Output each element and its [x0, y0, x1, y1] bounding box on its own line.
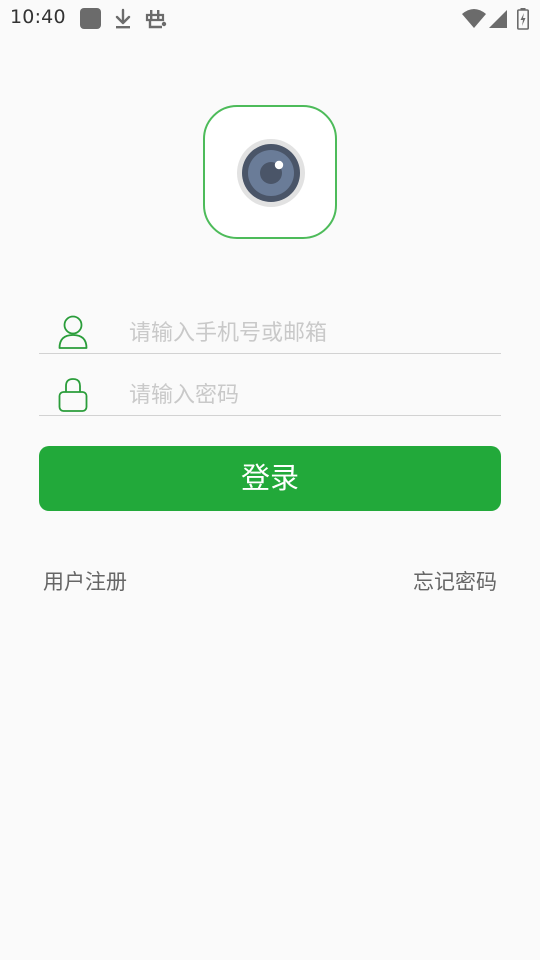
forgot-password-link[interactable]: 忘记密码 — [413, 566, 497, 596]
download-icon — [115, 8, 131, 29]
status-time: 10:40 — [10, 6, 66, 28]
bug-icon — [145, 10, 167, 29]
password-input[interactable] — [129, 380, 489, 410]
account-field — [39, 304, 501, 354]
battery-icon — [517, 8, 529, 30]
login-screen: 10:40 请输入手机号或邮箱 登录 用户注册 忘记密码 — [0, 0, 540, 960]
wifi-icon — [462, 9, 486, 28]
app-logo — [203, 105, 337, 239]
app-square-icon — [80, 8, 101, 29]
login-button[interactable]: 登录 — [39, 446, 501, 511]
password-field — [39, 366, 501, 416]
register-link[interactable]: 用户注册 — [43, 566, 127, 596]
lock-icon — [58, 378, 88, 412]
signal-icon — [489, 10, 507, 28]
user-icon — [58, 315, 88, 349]
account-input[interactable] — [129, 318, 489, 348]
camera-lens-icon — [237, 139, 305, 207]
status-bar: 10:40 — [0, 0, 540, 38]
